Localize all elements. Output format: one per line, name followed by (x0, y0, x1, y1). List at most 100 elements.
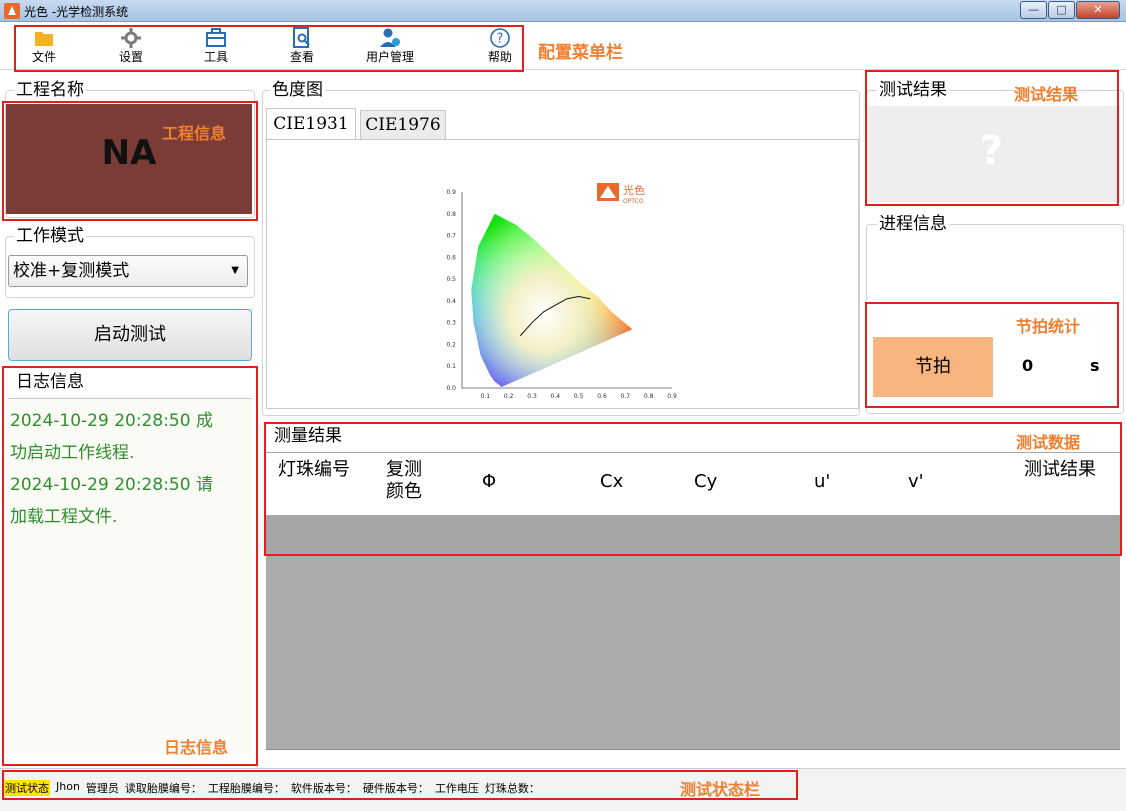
y-tick-label: 0.5 (446, 276, 456, 283)
minimize-button[interactable]: — (1020, 1, 1047, 19)
beat-note: 节拍统计 (1016, 317, 1081, 336)
toolbar-file-button[interactable]: 文件 (22, 26, 66, 66)
status-project-mold-no: 工程胎膜编号： (207, 782, 285, 795)
toolbar-help-label: 帮助 (487, 50, 512, 64)
close-button[interactable]: ✕ (1076, 1, 1120, 19)
test-result-title: 测试结果 (877, 80, 949, 100)
status-led-total: 灯珠总数： (484, 782, 540, 795)
log-area[interactable]: 2024-10-29 20:28:50 成 功启动工作线程. 2024-10-2… (8, 398, 252, 754)
col-header-v-prime[interactable]: v' (908, 471, 924, 493)
y-tick-label: 0.2 (446, 341, 456, 348)
x-tick-label: 0.4 (551, 393, 561, 400)
maximize-button[interactable]: □ (1048, 1, 1075, 19)
status-role: 管理员 (85, 782, 119, 795)
optco-logo: 光色 OPTCO (597, 183, 645, 205)
test-result-note: 测试结果 (1014, 85, 1079, 104)
project-title: 工程名称 (14, 80, 86, 100)
work-mode-title: 工作模式 (14, 226, 86, 246)
tab-cie1976[interactable]: CIE1976 (360, 110, 446, 140)
toolbar-tools-button[interactable]: 工具 (194, 26, 238, 66)
toolbar-note: 配置菜单栏 (538, 43, 623, 63)
y-tick-label: 0.4 (446, 298, 456, 305)
start-test-button[interactable]: 启动测试 (8, 309, 252, 361)
toolbar-file-label: 文件 (31, 50, 56, 64)
x-tick-label: 0.6 (597, 393, 607, 400)
measure-note: 测试数据 (1016, 433, 1081, 452)
logo-text: 光色 (623, 183, 645, 197)
help-icon: ? (490, 28, 510, 48)
user-manage-icon (380, 28, 400, 47)
col-header-cx[interactable]: Cx (600, 471, 623, 493)
table-header: 灯珠编号 复测颜色 Φ Cx Cy u' v' 测试结果 (266, 452, 1120, 516)
tab-cie1931[interactable]: CIE1931 (266, 108, 356, 140)
col-header-test-result[interactable]: 测试结果 (1024, 459, 1096, 481)
status-hardware-version: 硬件版本号： (362, 782, 429, 795)
folder-icon (35, 32, 53, 46)
measure-title: 测量结果 (272, 426, 344, 446)
y-tick-label: 0.7 (446, 233, 456, 240)
toolbar-user-manage-label: 用户管理 (365, 50, 414, 64)
beat-value: 0 (1022, 356, 1034, 375)
gear-icon (121, 28, 141, 48)
col-header-u-prime[interactable]: u' (814, 471, 830, 493)
status-note: 测试状态栏 (680, 780, 761, 799)
view-document-icon (293, 27, 310, 48)
log-line: 加载工程文件. (10, 507, 118, 527)
x-tick-label: 0.1 (481, 393, 491, 400)
test-result-value: ? (980, 128, 1004, 174)
svg-text:?: ? (497, 32, 504, 47)
status-software-version: 软件版本号： (290, 782, 357, 795)
status-read-mold-no: 读取胎膜编号： (124, 782, 202, 795)
x-tick-label: 0.3 (527, 393, 537, 400)
col-header-cy[interactable]: Cy (694, 471, 717, 493)
toolbar-settings-button[interactable]: 设置 (109, 26, 153, 66)
status-items: 测试状态 Jhon 管理员 读取胎膜编号： 工程胎膜编号： 软件版本号： 硬件版… (4, 780, 540, 796)
toolbar-tools-label: 工具 (203, 50, 228, 64)
log-note: 日志信息 (164, 738, 229, 757)
beat-label: 节拍 (873, 337, 993, 397)
x-tick-label: 0.7 (621, 393, 631, 400)
log-line: 功启动工作线程. (10, 443, 135, 463)
chromaticity-chart-panel: 0.1 0.2 0.3 0.4 0.5 0.6 0.7 0.8 0.9 0.0 0.1 0.2 0.3 0… (266, 139, 859, 409)
toolbar-settings-label: 设置 (118, 50, 143, 64)
status-state: 测试状态 (4, 780, 50, 796)
col-header-retest-color[interactable]: 复测颜色 (386, 459, 434, 503)
toolbox-icon (206, 28, 226, 47)
progress-title: 进程信息 (877, 214, 949, 234)
col-header-led-id[interactable]: 灯珠编号 (278, 459, 358, 481)
y-tick-label: 0.6 (446, 254, 456, 261)
project-note: 工程信息 (162, 124, 227, 143)
chromaticity-title: 色度图 (270, 80, 325, 100)
log-title: 日志信息 (14, 372, 86, 392)
window-title: 光色 -光学检测系统 (24, 5, 129, 19)
y-tick-label: 0.1 (446, 363, 456, 370)
title-bar: 光色 -光学检测系统 — □ ✕ (0, 0, 1126, 22)
chevron-down-icon: ▼ (231, 265, 239, 276)
window-controls: — □ ✕ (1019, 1, 1120, 20)
spectral-locus-white-overlay (471, 213, 633, 387)
x-tick-label: 0.8 (644, 393, 654, 400)
col-header-phi[interactable]: Φ (482, 471, 496, 493)
toolbar-view-button[interactable]: 查看 (280, 26, 324, 66)
beat-unit: s (1090, 356, 1100, 375)
table-row[interactable] (266, 516, 1120, 556)
y-tick-label: 0.9 (446, 189, 456, 196)
y-tick-label: 0.8 (446, 211, 456, 218)
toolbar-help-button[interactable]: ? 帮助 (478, 26, 522, 66)
logo-subtext: OPTCO (623, 198, 644, 205)
work-mode-select[interactable]: 校准+复测模式 ▼ (8, 255, 248, 287)
toolbar: 文件 设置 工具 查看 用户管理 ? 帮助 配置菜单栏 (0, 22, 1126, 70)
x-tick-label: 0.9 (667, 393, 677, 400)
x-tick-label: 0.5 (574, 393, 584, 400)
chromaticity-chart: 0.1 0.2 0.3 0.4 0.5 0.6 0.7 0.8 0.9 0.0 0.1 0.2 0.3 0… (446, 183, 677, 400)
status-voltage: 工作电压 (434, 782, 479, 795)
work-mode-value: 校准+复测模式 (13, 261, 130, 281)
app-logo-icon (4, 3, 20, 19)
toolbar-user-manage-button[interactable]: 用户管理 (360, 26, 420, 66)
toolbar-view-label: 查看 (289, 50, 314, 64)
log-line: 2024-10-29 20:28:50 请 (10, 475, 213, 495)
y-tick-label: 0.0 (446, 385, 456, 392)
x-tick-label: 0.2 (504, 393, 514, 400)
log-line: 2024-10-29 20:28:50 成 (10, 411, 213, 431)
status-user: Jhon (56, 780, 80, 793)
